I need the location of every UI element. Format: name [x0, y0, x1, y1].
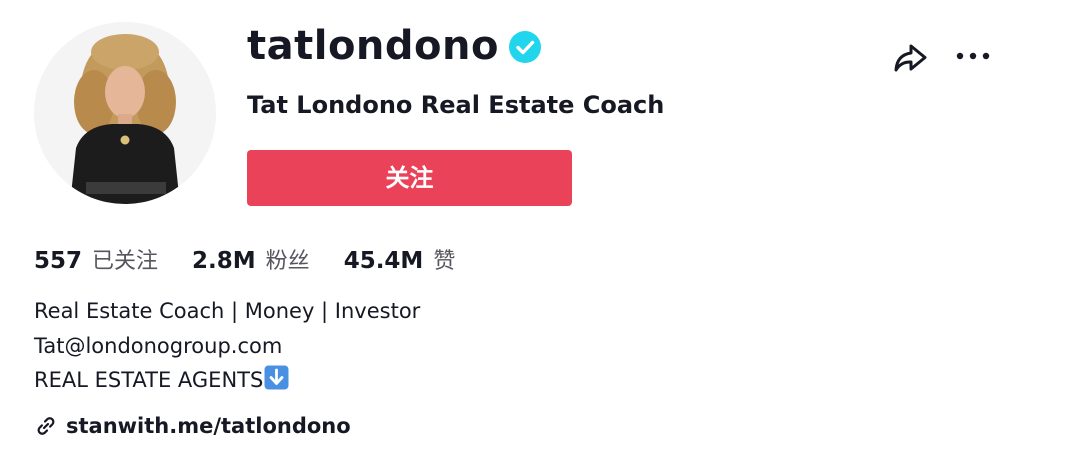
username: tatlondono [247, 23, 499, 69]
followers-stat[interactable]: 2.8M 粉丝 [192, 243, 310, 275]
follow-button[interactable]: 关注 [247, 150, 572, 206]
profile-stats: 557 已关注 2.8M 粉丝 45.4M 赞 [34, 240, 489, 278]
likes-count: 45.4M [343, 248, 424, 274]
likes-label: 赞 [433, 249, 456, 274]
bio-line: Real Estate Coach | Money | Investor [34, 299, 421, 323]
more-options-button[interactable] [953, 40, 993, 72]
following-count: 557 [34, 248, 83, 274]
likes-stat: 45.4M 赞 [344, 243, 456, 275]
following-stat[interactable]: 557 已关注 [34, 243, 158, 275]
profile-nickname: Tat Londono Real Estate Coach [247, 91, 665, 119]
followers-count: 2.8M [192, 248, 256, 274]
bio-line-text: REAL ESTATE AGENTS [34, 368, 264, 392]
avatar-image [34, 22, 216, 204]
profile-bio: Real Estate Coach | Money | Investor Tat… [34, 294, 420, 398]
share-icon [894, 44, 927, 72]
avatar[interactable] [34, 22, 216, 204]
followers-label: 粉丝 [265, 249, 310, 274]
following-label: 已关注 [92, 249, 159, 274]
share-button[interactable] [890, 38, 930, 78]
link-icon [37, 417, 55, 435]
down-arrow-emoji-icon [264, 365, 289, 390]
more-options-icon [956, 52, 990, 60]
bio-line: Tat@londonogroup.com [34, 333, 283, 358]
verified-badge-icon [509, 31, 541, 63]
link-text: stanwith.me/tatlondono [66, 414, 351, 438]
bio-line: REAL ESTATE AGENTS [34, 363, 420, 398]
bio-link[interactable]: stanwith.me/tatlondono [34, 408, 351, 444]
